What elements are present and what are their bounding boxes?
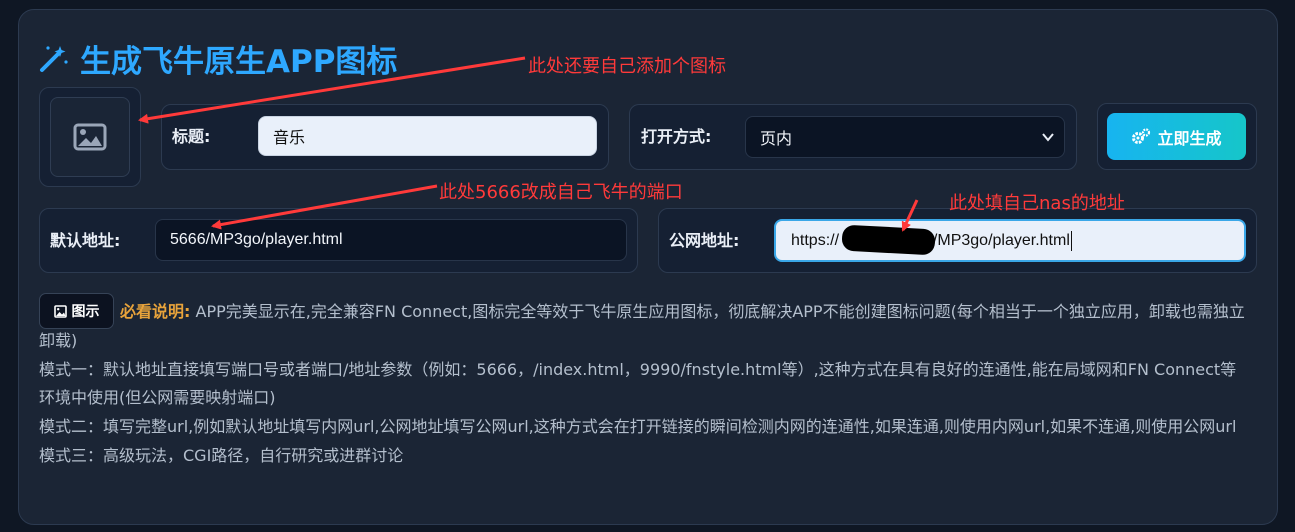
nas-note-arrow (901, 199, 919, 232)
nas-note: 此处填自己nas的地址 (949, 193, 1125, 214)
port-note: 此处5666改成自己飞牛的端口 (439, 182, 683, 203)
port-note-arrow (211, 184, 438, 230)
annotation-arrows (138, 56, 919, 232)
icon-note: 此处还要自己添加个图标 (528, 56, 726, 77)
icon-note-arrow (138, 56, 526, 124)
